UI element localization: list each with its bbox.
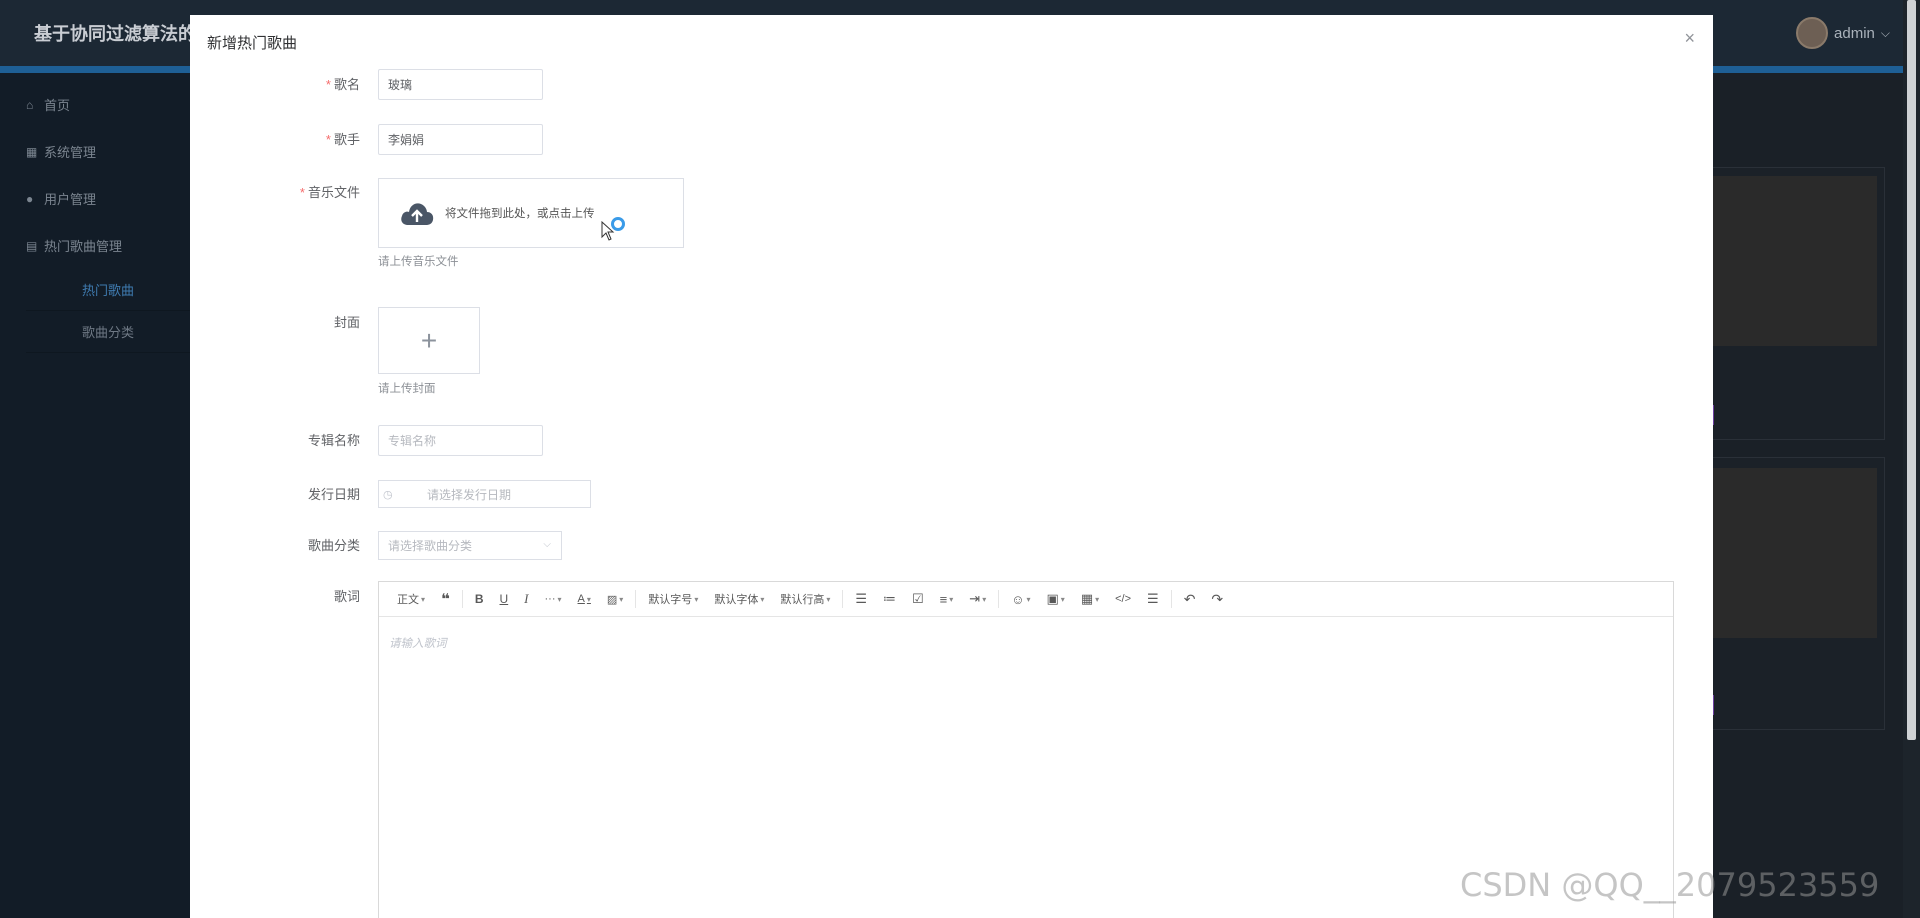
music-db-icon: ▤ [26, 238, 38, 253]
app-brand: 基于协同过滤算法的 [34, 24, 196, 44]
album-input[interactable]: 专辑名称 [378, 425, 543, 456]
close-icon[interactable]: × [1684, 28, 1695, 49]
category-label: 歌曲分类 [307, 538, 360, 553]
release-date-label: 发行日期 [307, 487, 360, 502]
calendar-icon: ◷ [383, 488, 393, 501]
background-color-icon[interactable]: ▨ ▾ [599, 582, 631, 616]
todo-list-icon[interactable]: ☑ [904, 582, 932, 616]
redo-icon[interactable]: ↷ [1203, 582, 1231, 616]
singer-label: * 歌手 [325, 132, 360, 147]
sidebar: ⌂ 首页 ▦ 系统管理 ● 用户管理 ▤ 热门歌曲管理 热门歌曲 歌曲分类 [0, 73, 190, 918]
user-menu[interactable]: admin ⌵ [1796, 17, 1890, 49]
editor-toolbar: 正文 ▾ ❝ B U I ··· ▾ A ▾ ▨ ▾ 默认字号 ▾ 默认字体 ▾ 默认行高 ▾… [379, 582, 1673, 617]
undo-icon[interactable]: ↶ [1176, 582, 1204, 616]
sidebar-subitem-hot-songs[interactable]: 热门歌曲 [26, 269, 190, 311]
music-upload-dropzone[interactable]: 将文件拖到此处，或点击上传 [378, 178, 684, 248]
bullet-list-icon[interactable]: ☰ [847, 582, 875, 616]
divider-icon[interactable]: ☰ [1139, 582, 1167, 616]
database-icon: ▦ [26, 144, 38, 159]
watermark: CSDN @QQ__2079523559 [1460, 866, 1880, 904]
lyrics-label: 歌词 [333, 589, 360, 604]
sidebar-item-label: 系统管理 [44, 145, 97, 160]
mouse-cursor-icon [601, 221, 615, 241]
cover-upload-button[interactable]: + [378, 307, 480, 374]
scrollbar-thumb[interactable] [1907, 0, 1916, 740]
sidebar-subitem-categories[interactable]: 歌曲分类 [26, 311, 190, 353]
page-scrollbar[interactable] [1903, 0, 1920, 918]
required-star: * [325, 77, 331, 92]
user-name: admin [1834, 24, 1875, 42]
song-name-input[interactable]: 玻璃 [378, 69, 543, 100]
music-file-label: * 音乐文件 [299, 185, 360, 200]
paragraph-format-button[interactable]: 正文 ▾ [389, 582, 433, 616]
submenu: 热门歌曲 歌曲分类 [26, 269, 190, 353]
category-placeholder: 请选择歌曲分类 [388, 539, 473, 553]
dropzone-text: 将文件拖到此处，或点击上传 [445, 208, 595, 220]
sidebar-item-home[interactable]: ⌂ 首页 [0, 81, 190, 128]
chevron-down-icon: ⌵ [1880, 25, 1890, 40]
table-icon[interactable]: ▦ ▾ [1073, 582, 1107, 616]
home-icon: ⌂ [26, 97, 34, 112]
song-cover-image [1701, 468, 1877, 638]
align-icon[interactable]: ≡ ▾ [932, 582, 962, 616]
dialog-title: 新增热门歌曲 [207, 35, 298, 52]
album-label: 专辑名称 [307, 433, 360, 448]
song-name-label: * 歌名 [325, 77, 360, 92]
add-song-dialog: 新增热门歌曲 × * 歌名 玻璃 * 歌手 李娟娟 * 音乐文件 将文件拖到此处，或点… [190, 15, 1713, 918]
italic-icon[interactable]: I [516, 582, 536, 616]
line-height-select[interactable]: 默认行高 ▾ [772, 582, 838, 616]
numbered-list-icon[interactable]: ≔ [875, 582, 904, 616]
song-cover-image [1701, 176, 1877, 346]
plus-icon: + [420, 324, 438, 356]
sidebar-item-label: 用户管理 [44, 192, 97, 207]
font-size-select[interactable]: 默认字号 ▾ [640, 582, 706, 616]
chevron-down-icon: ⌵ [543, 539, 551, 550]
sidebar-item-hot-songs[interactable]: ▤ 热门歌曲管理 [0, 222, 190, 269]
image-icon[interactable]: ▣ ▾ [1039, 582, 1073, 616]
cover-hint: 请上传封面 [378, 383, 436, 395]
singer-input[interactable]: 李娟娟 [378, 124, 543, 155]
avatar [1796, 17, 1829, 49]
underline-icon[interactable]: U [492, 582, 517, 616]
sidebar-item-label: 热门歌曲管理 [44, 239, 123, 254]
release-date-placeholder: 请选择发行日期 [427, 487, 512, 502]
sidebar-item-system[interactable]: ▦ 系统管理 [0, 128, 190, 175]
sidebar-item-label: 首页 [44, 98, 71, 113]
quote-icon[interactable]: ❝ [433, 582, 458, 616]
release-date-picker[interactable]: ◷ 请选择发行日期 [378, 480, 591, 508]
user-icon: ● [26, 191, 34, 206]
font-family-select[interactable]: 默认字体 ▾ [706, 582, 772, 616]
cloud-upload-icon [401, 203, 434, 225]
more-style-icon[interactable]: ··· ▾ [537, 582, 570, 616]
required-star: * [325, 132, 331, 147]
emoji-icon[interactable]: ☺ ▾ [1003, 582, 1038, 616]
font-color-icon[interactable]: A ▾ [570, 582, 599, 616]
indent-icon[interactable]: ⇥ ▾ [961, 582, 994, 616]
code-icon[interactable]: </> [1107, 582, 1139, 616]
cover-label: 封面 [333, 315, 360, 330]
category-select[interactable]: 请选择歌曲分类 ⌵ [378, 531, 562, 560]
bold-icon[interactable]: B [467, 582, 492, 616]
music-file-hint: 请上传音乐文件 [378, 256, 459, 268]
required-star: * [299, 185, 305, 200]
sidebar-item-users[interactable]: ● 用户管理 [0, 175, 190, 222]
lyrics-placeholder[interactable]: 请输入歌词 [379, 617, 1673, 669]
